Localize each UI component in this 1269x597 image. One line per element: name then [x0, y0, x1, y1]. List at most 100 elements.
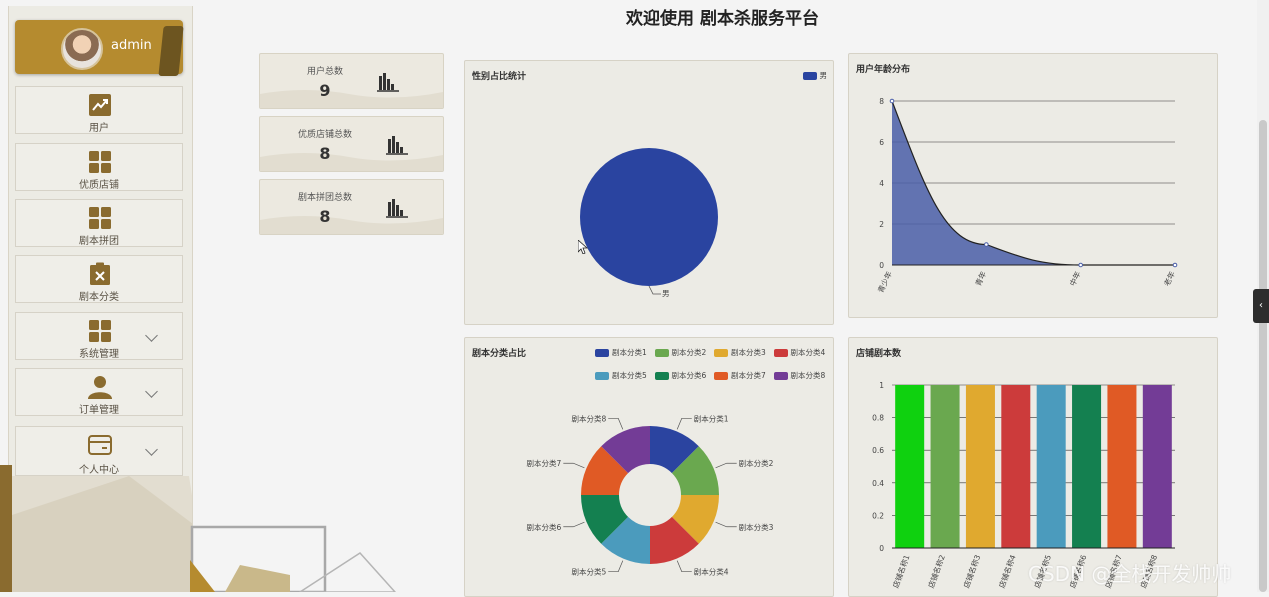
- category-chart-panel: 剧本分类占比 剧本分类1 剧本分类2 剧本分类3 剧本分类4 剧本分类5 剧本分类6 剧本分…: [464, 337, 834, 597]
- y-tick-label: 0.2: [872, 511, 884, 520]
- y-tick-label: 0.8: [872, 414, 884, 423]
- sidebar-item-label: 系统管理: [79, 349, 119, 360]
- stat-label: 优质店铺总数: [297, 130, 352, 140]
- donut-label: 剧本分类2: [739, 458, 774, 468]
- sidebar-item-system[interactable]: 系统管理: [15, 312, 183, 360]
- sidebar-item-users[interactable]: 用户: [15, 86, 183, 134]
- bar[interactable]: [1142, 385, 1172, 548]
- y-tick-label: 6: [879, 138, 884, 147]
- bar-chart-icon: [377, 73, 399, 92]
- label-leader: [563, 521, 585, 528]
- card-flag: [158, 26, 184, 76]
- person-icon: [88, 376, 112, 399]
- stat-card-shops: 优质店铺总数 8: [259, 116, 444, 172]
- sidebar-item-orders[interactable]: 订单管理: [15, 368, 183, 416]
- data-point[interactable]: [889, 98, 895, 104]
- y-tick-label: 0.6: [872, 446, 884, 455]
- bar[interactable]: [965, 385, 995, 548]
- collapse-tab[interactable]: ‹: [1253, 289, 1269, 323]
- chevron-down-icon[interactable]: [145, 443, 158, 456]
- stat-value: 8: [319, 144, 331, 163]
- x-tick-label: 店铺名称1: [890, 553, 911, 589]
- y-tick-label: 4: [879, 179, 884, 188]
- chevron-down-icon[interactable]: [145, 329, 158, 342]
- sidebar-item-group-buy[interactable]: 剧本拼团: [15, 199, 183, 247]
- grid-icon: [89, 207, 111, 229]
- sidebar-item-label: 优质店铺: [79, 180, 119, 191]
- scrollbar-thumb[interactable]: [1259, 120, 1267, 592]
- age-chart-panel: 用户年龄分布 0 2 4 6 8 青少年 青年 中年 老年: [848, 53, 1218, 318]
- bar-chart-icon: [386, 136, 408, 155]
- watermark: CSDN @全栈开发帅帅: [1028, 562, 1232, 586]
- gender-chart-panel: 性别占比统计 男 男: [464, 60, 834, 325]
- data-point[interactable]: [1172, 262, 1178, 268]
- data-point[interactable]: [984, 242, 989, 247]
- stat-label: 剧本拼团总数: [297, 193, 352, 203]
- sidebar-item-label: 订单管理: [79, 405, 119, 416]
- x-tick-label: 青年: [973, 269, 989, 287]
- category-donut-chart[interactable]: 剧本分类1 剧本分类2 剧本分类3 剧本分类4 剧本分类5 剧本分类6 剧本分类7 剧本分类8: [465, 338, 834, 597]
- sidebar-item-label: 剧本分类: [79, 292, 119, 303]
- label-leader: [608, 560, 624, 573]
- sidebar-item-label: 剧本拼团: [79, 236, 119, 247]
- x-tick-label: 中年: [1067, 269, 1083, 287]
- donut-label: 剧本分类4: [694, 567, 729, 577]
- page-title: 欢迎使用 剧本杀服务平台: [626, 9, 819, 29]
- stat-value: 9: [319, 81, 331, 100]
- bar[interactable]: [1107, 385, 1137, 548]
- chevron-left-icon: ‹: [1259, 300, 1263, 311]
- label-leader: [563, 462, 585, 469]
- y-tick-label: 1: [879, 381, 884, 390]
- donut-label: 剧本分类7: [527, 458, 562, 468]
- grid-icon: [89, 151, 111, 173]
- y-tick-label: 2: [879, 220, 884, 229]
- donut-label: 剧本分类1: [694, 413, 729, 423]
- x-tick-label: 老年: [1161, 269, 1177, 287]
- bar[interactable]: [895, 385, 925, 548]
- bar[interactable]: [930, 385, 960, 548]
- label-leader: [608, 417, 624, 430]
- sidebar-item-label: 用户: [89, 123, 109, 134]
- bar[interactable]: [1036, 385, 1066, 548]
- label-leader: [648, 285, 661, 295]
- grid-icon: [89, 320, 111, 342]
- label-leader: [715, 521, 737, 528]
- donut-label: 剧本分类3: [739, 522, 774, 532]
- stat-value: 8: [319, 207, 331, 226]
- sidebar-item-script-category[interactable]: 剧本分类: [15, 255, 183, 303]
- y-tick-label: 8: [879, 97, 884, 106]
- background-decoration: [0, 465, 397, 592]
- label-leader: [676, 560, 692, 573]
- data-point[interactable]: [1078, 262, 1083, 268]
- avatar[interactable]: [61, 28, 103, 70]
- gender-pie-chart[interactable]: 男: [465, 61, 834, 325]
- pie-label: 男: [662, 289, 670, 298]
- donut-label: 剧本分类8: [571, 413, 606, 423]
- pie-slice[interactable]: [580, 148, 718, 286]
- donut-label: 剧本分类5: [571, 567, 606, 577]
- bar[interactable]: [1072, 385, 1102, 548]
- stat-card-users: 用户总数 9: [259, 53, 444, 109]
- mouse-cursor-icon: [578, 240, 588, 254]
- bar[interactable]: [1001, 385, 1031, 548]
- chevron-down-icon[interactable]: [145, 385, 158, 398]
- age-area-chart[interactable]: 0 2 4 6 8 青少年 青年 中年 老年: [849, 54, 1218, 318]
- y-tick-label: 0: [879, 544, 884, 553]
- x-tick-label: 青少年: [875, 269, 894, 294]
- label-leader: [715, 462, 737, 469]
- stat-label: 用户总数: [306, 67, 343, 77]
- x-tick-label: 店铺名称4: [996, 553, 1017, 589]
- username: admin: [111, 38, 152, 53]
- stat-card-group-buys: 剧本拼团总数 8: [259, 179, 444, 235]
- card-icon: [88, 435, 112, 455]
- y-tick-label: 0.4: [872, 479, 884, 488]
- donut-label: 剧本分类6: [527, 522, 562, 532]
- label-leader: [676, 417, 692, 430]
- trend-chart-icon: [89, 94, 111, 116]
- x-tick-label: 店铺名称3: [961, 553, 982, 589]
- bar-chart-icon: [386, 199, 408, 218]
- y-tick-label: 0: [879, 261, 884, 270]
- x-tick-label: 店铺名称2: [926, 553, 947, 589]
- clipboard-x-icon: [90, 262, 110, 285]
- sidebar-item-shops[interactable]: 优质店铺: [15, 143, 183, 191]
